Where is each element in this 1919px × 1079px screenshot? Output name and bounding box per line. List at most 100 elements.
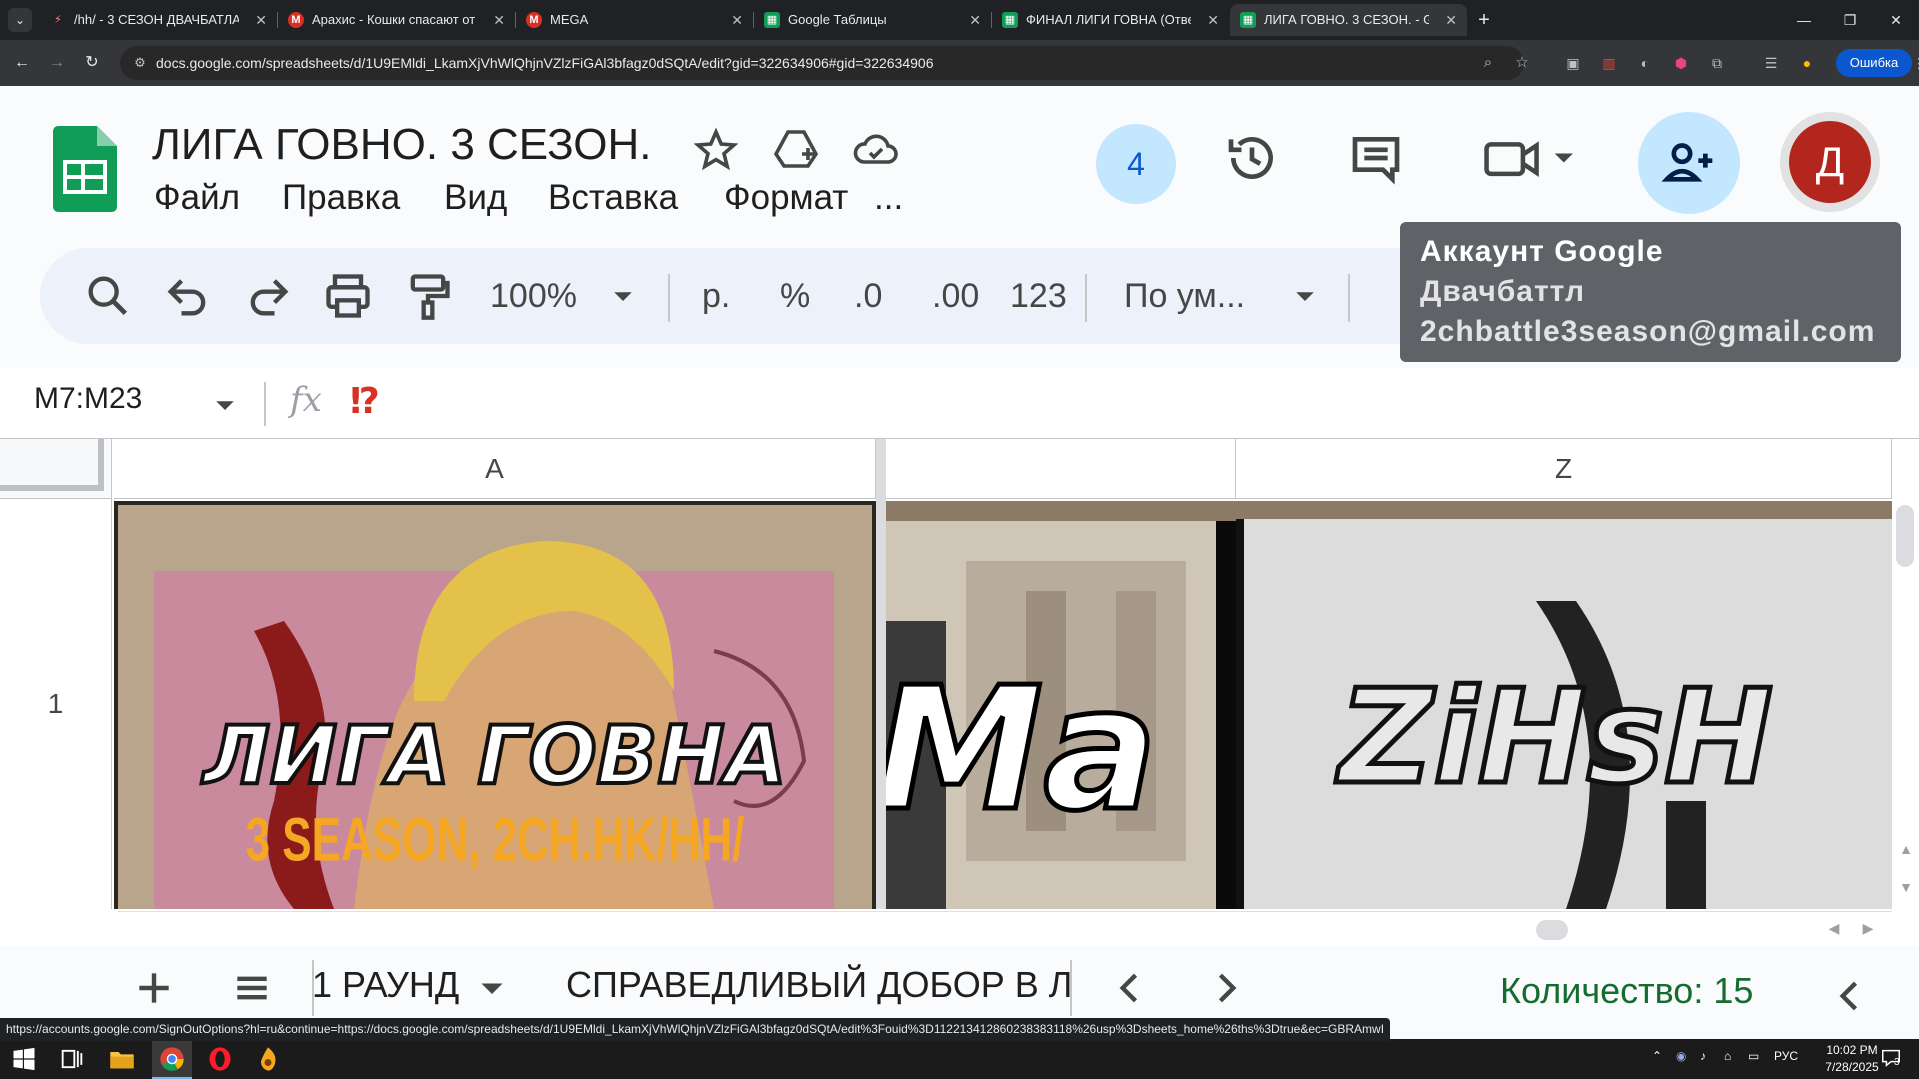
document-title[interactable]: ЛИГА ГОВНО. 3 СЕЗОН. <box>152 120 652 170</box>
sheets-logo-icon[interactable] <box>53 126 117 212</box>
comments-icon[interactable] <box>1348 130 1404 186</box>
vertical-scrollbar[interactable]: ▲ ▼ <box>1892 499 1919 909</box>
scroll-tabs-right-icon[interactable] <box>1204 966 1248 1010</box>
extensions-puzzle-icon[interactable]: ⧉ <box>1706 52 1728 74</box>
network-icon[interactable]: ⌂ <box>1724 1049 1731 1063</box>
horizontal-scrollbar-thumb[interactable] <box>1536 920 1568 940</box>
extension-audio-icon[interactable]: ▥ <box>1598 52 1620 74</box>
forward-arrow-icon[interactable]: → <box>43 49 71 77</box>
close-tab-icon[interactable]: ✕ <box>493 4 505 36</box>
paint-format-icon[interactable] <box>402 270 454 322</box>
scroll-tabs-left-icon[interactable] <box>1108 966 1152 1010</box>
display-icon[interactable]: ▭ <box>1748 1049 1759 1063</box>
close-tab-icon[interactable]: ✕ <box>969 4 981 36</box>
zoom-magnifier-icon[interactable]: ⌕ <box>1478 53 1498 73</box>
menu-insert[interactable]: Вставка <box>548 178 678 218</box>
undo-icon[interactable] <box>162 270 214 322</box>
close-tab-icon[interactable]: ✕ <box>731 4 743 36</box>
new-tab-plus-icon[interactable]: + <box>1470 6 1498 34</box>
add-sheet-plus-icon[interactable] <box>132 966 176 1010</box>
account-avatar[interactable]: Д <box>1780 112 1880 212</box>
extension-ublock-icon[interactable]: ⬢ <box>1670 52 1692 74</box>
cell-a1-image[interactable]: ЛИГА ГОВНА 3 SEASON, 2CH.HK/HH/ <box>114 501 876 909</box>
font-dropdown-icon[interactable] <box>1290 270 1320 322</box>
decrease-decimal-button[interactable]: .0 <box>854 270 882 322</box>
column-header-z[interactable]: Z <box>1236 439 1892 499</box>
input-language[interactable]: РУС <box>1774 1049 1798 1063</box>
column-header-a[interactable]: A <box>114 439 876 499</box>
extension-icon[interactable]: ▣ <box>1562 52 1584 74</box>
font-select[interactable]: По ум... <box>1124 270 1245 322</box>
redo-icon[interactable] <box>242 270 294 322</box>
volume-icon[interactable]: ♪ <box>1700 1049 1706 1063</box>
menu-view[interactable]: Вид <box>444 178 507 218</box>
close-window-icon[interactable]: ✕ <box>1873 0 1919 40</box>
percent-format-button[interactable]: % <box>780 270 810 322</box>
scroll-down-arrow-icon[interactable]: ▼ <box>1896 877 1916 897</box>
move-to-drive-icon[interactable] <box>772 126 820 174</box>
name-box-dropdown-icon[interactable] <box>210 390 240 420</box>
bookmark-star-icon[interactable]: ☆ <box>1512 53 1532 73</box>
fl-studio-icon[interactable] <box>254 1045 282 1073</box>
selection-count[interactable]: Количество: 15 <box>1500 970 1753 1012</box>
search-menus-icon[interactable] <box>82 270 134 322</box>
side-panel-toggle-icon[interactable] <box>1828 974 1872 1018</box>
close-tab-icon[interactable]: ✕ <box>255 4 267 36</box>
notification-center[interactable]: 3 <box>1880 1047 1906 1071</box>
reload-icon[interactable]: ↻ <box>78 49 106 77</box>
vertical-scrollbar-thumb[interactable] <box>1896 505 1914 567</box>
tab-search-chevron-icon[interactable]: ⌄ <box>8 8 32 32</box>
browser-tab[interactable]: M MEGA ✕ <box>516 4 753 36</box>
viewers-count-badge[interactable]: 4 <box>1096 124 1176 204</box>
zoom-select[interactable]: 100% <box>490 270 577 322</box>
browser-tab[interactable]: ▦ ФИНАЛ ЛИГИ ГОВНА (Ответы ✕ <box>992 4 1229 36</box>
minimize-window-icon[interactable]: — <box>1781 0 1827 40</box>
version-history-icon[interactable] <box>1224 130 1280 186</box>
share-button[interactable] <box>1638 112 1740 214</box>
scroll-left-arrow-icon[interactable]: ◀ <box>1824 918 1844 938</box>
extension-shield-icon[interactable]: ◐ <box>1634 52 1656 74</box>
cloud-saved-icon[interactable] <box>852 126 900 174</box>
profile-error-chip[interactable]: Ошибка <box>1836 49 1912 77</box>
column-header-b[interactable] <box>886 439 1236 499</box>
close-tab-icon[interactable]: ✕ <box>1207 4 1219 36</box>
select-all-corner[interactable] <box>0 439 112 499</box>
sheet-tab-round-1[interactable]: 1 РАУНД <box>312 964 459 1006</box>
close-tab-icon[interactable]: ✕ <box>1445 4 1457 36</box>
windows-start-icon[interactable] <box>10 1045 38 1073</box>
all-sheets-menu-icon[interactable] <box>230 966 274 1010</box>
scroll-up-arrow-icon[interactable]: ▲ <box>1896 839 1916 859</box>
cell-b1-image[interactable]: Ma <box>886 501 1236 909</box>
browser-tab[interactable]: M Арахис - Кошки спасают от ТР ✕ <box>278 4 515 36</box>
browser-menu-dots-icon[interactable]: ⋮ <box>1912 52 1919 74</box>
star-icon[interactable] <box>692 126 740 174</box>
chrome-taskbar-active[interactable] <box>152 1039 192 1079</box>
browser-tab-active[interactable]: ▦ ЛИГА ГОВНО. 3 СЕЗОН. - Goog ✕ <box>1230 4 1467 36</box>
increase-decimal-button[interactable]: .00 <box>932 270 979 322</box>
reading-list-icon[interactable]: ☰ <box>1760 52 1782 74</box>
browser-tab[interactable]: ▦ Google Таблицы ✕ <box>754 4 991 36</box>
menu-more[interactable]: ... <box>874 178 903 218</box>
sheet-tab-dropdown-icon[interactable] <box>474 966 510 1010</box>
freeze-handle[interactable] <box>0 439 104 491</box>
menu-file[interactable]: Файл <box>154 178 240 218</box>
number-format-button[interactable]: 123 <box>1010 270 1067 322</box>
currency-format-button[interactable]: р. <box>702 270 730 322</box>
column-freeze-line[interactable] <box>876 439 886 909</box>
name-box[interactable]: M7:M23 <box>34 382 142 416</box>
file-explorer-icon[interactable] <box>108 1045 136 1073</box>
cell-z1-image[interactable]: ZiHsH <box>1236 501 1892 909</box>
restore-window-icon[interactable]: ❐ <box>1827 0 1873 40</box>
steam-tray-icon[interactable]: ◉ <box>1676 1049 1686 1063</box>
menu-format[interactable]: Формат <box>724 178 848 218</box>
site-settings-icon[interactable]: ⚙ <box>130 53 150 73</box>
sheet-tab-fair-draft[interactable]: СПРАВЕДЛИВЫЙ ДОБОР В Л <box>566 964 1070 1006</box>
opera-icon[interactable] <box>206 1045 234 1073</box>
horizontal-scrollbar[interactable]: ◀ ▶ <box>118 911 1892 945</box>
task-view-icon[interactable] <box>58 1045 86 1073</box>
menu-edit[interactable]: Правка <box>282 178 400 218</box>
browser-tab[interactable]: ⚡ /hh/ - 3 СЕЗОН ДВАЧБАТЛА тр ✕ <box>40 4 277 36</box>
address-url-text[interactable]: docs.google.com/spreadsheets/d/1U9EMldi_… <box>156 46 1406 80</box>
row-header-1[interactable]: 1 <box>0 499 112 909</box>
meet-camera-icon[interactable] <box>1482 130 1582 186</box>
